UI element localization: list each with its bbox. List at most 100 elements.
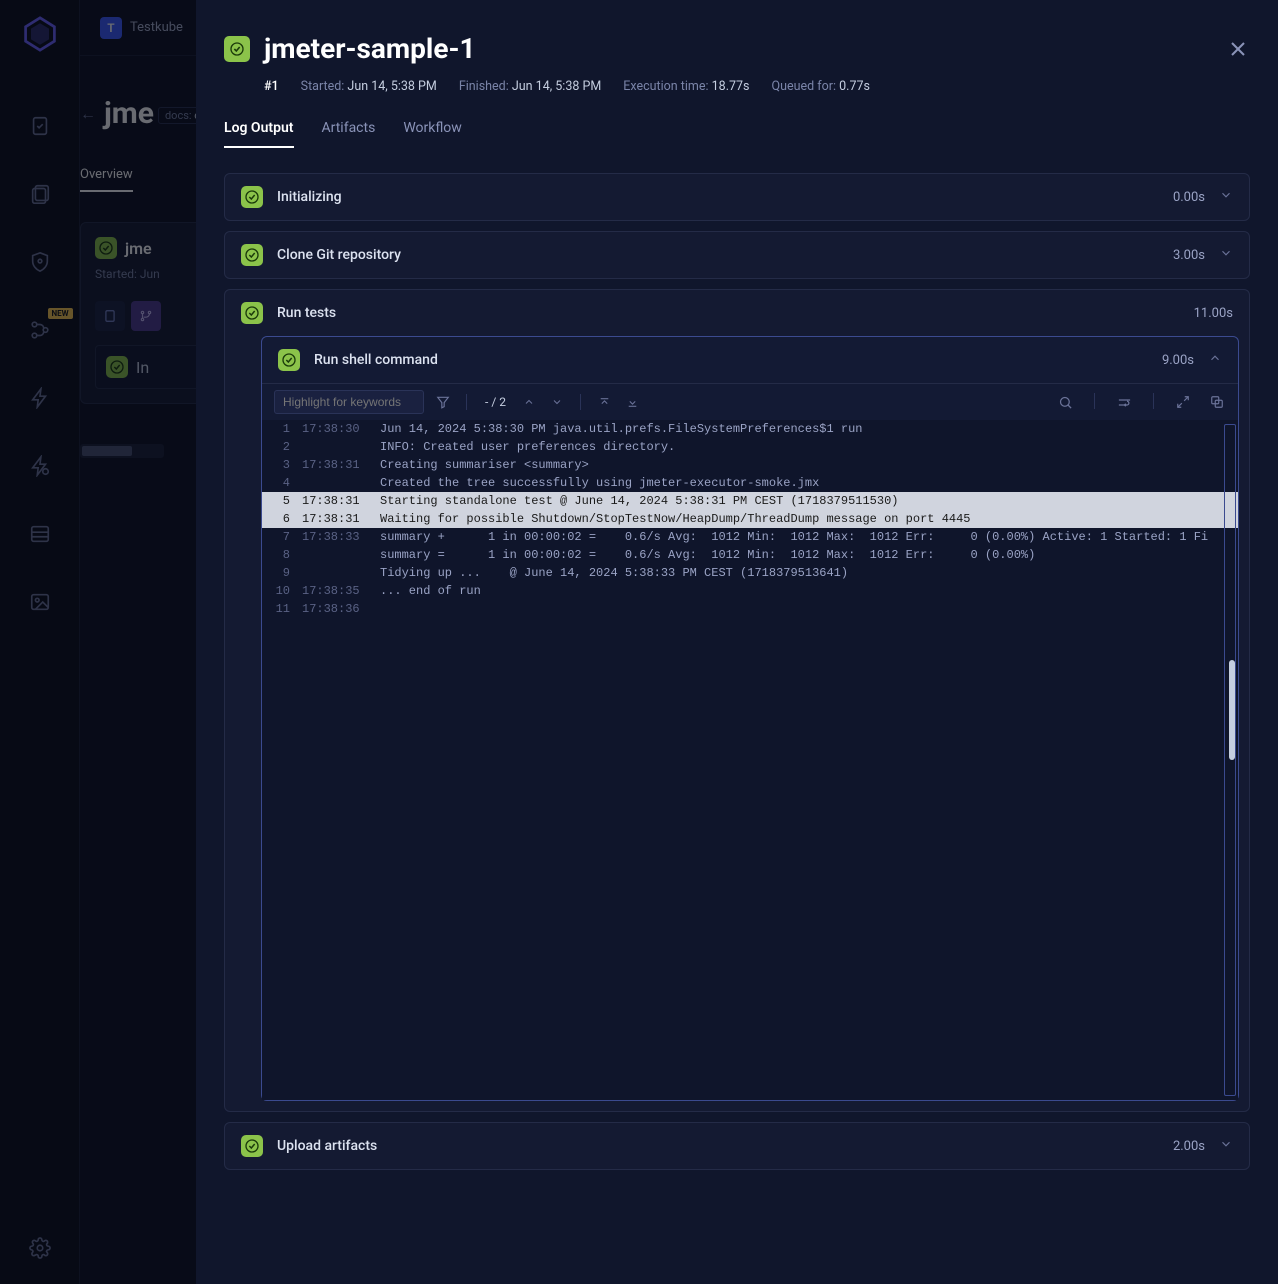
expand-icon[interactable] xyxy=(1174,393,1192,411)
line-timestamp xyxy=(302,474,380,492)
step-head[interactable]: Initializing 0.00s xyxy=(225,174,1249,220)
line-message: Created the tree successfully using jmet… xyxy=(380,474,1238,492)
scroll-bottom-icon[interactable] xyxy=(623,393,641,411)
meta-queued: Queued for: 0.77s xyxy=(772,79,870,94)
modal-header: jmeter-sample-1 xyxy=(224,32,1250,65)
step-time: 0.00s xyxy=(1173,190,1205,205)
scroll-top-icon[interactable] xyxy=(595,393,613,411)
step-head[interactable]: Run tests 11.00s xyxy=(225,290,1249,336)
step-title: Initializing xyxy=(277,189,342,205)
log-line[interactable]: 4 Created the tree successfully using jme… xyxy=(262,474,1238,492)
step-title: Run shell command xyxy=(314,352,438,368)
line-timestamp xyxy=(302,438,380,456)
status-success-icon xyxy=(278,349,300,371)
meta-row: #1 Started: Jun 14, 5:38 PM Finished: Ju… xyxy=(264,79,1250,94)
chevron-down-icon xyxy=(1219,1137,1233,1155)
line-message: INFO: Created user preferences directory… xyxy=(380,438,1238,456)
line-message: summary = 1 in 00:00:02 = 0.6/s Avg: 101… xyxy=(380,546,1238,564)
log-line[interactable]: 2 INFO: Created user preferences director… xyxy=(262,438,1238,456)
meta-finished: Finished: Jun 14, 5:38 PM xyxy=(459,79,601,94)
copy-icon[interactable] xyxy=(1208,393,1226,411)
scrollbar-thumb[interactable] xyxy=(1229,660,1235,760)
meta-started: Started: Jun 14, 5:38 PM xyxy=(301,79,437,94)
line-message xyxy=(380,600,1238,618)
filter-icon[interactable] xyxy=(434,393,452,411)
step-title: Run tests xyxy=(277,305,336,321)
log-area[interactable]: 117:38:30Jun 14, 2024 5:38:30 PM java.ut… xyxy=(262,420,1238,1100)
tab-artifacts[interactable]: Artifacts xyxy=(322,120,376,148)
line-number: 6 xyxy=(262,510,302,528)
divider xyxy=(1153,393,1154,409)
line-timestamp xyxy=(302,546,380,564)
chevron-up-icon xyxy=(1208,351,1222,369)
step-run-tests: Run tests 11.00s Run shell command 9.00s xyxy=(224,289,1250,1112)
modal-title: jmeter-sample-1 xyxy=(264,32,476,65)
step-head[interactable]: Upload artifacts 2.00s xyxy=(225,1123,1249,1169)
step-initializing: Initializing 0.00s xyxy=(224,173,1250,221)
step-time: 9.00s xyxy=(1162,353,1194,368)
step-time: 3.00s xyxy=(1173,248,1205,263)
step-head[interactable]: Clone Git repository 3.00s xyxy=(225,232,1249,278)
step-time: 2.00s xyxy=(1173,1139,1205,1154)
status-success-icon xyxy=(241,244,263,266)
log-line[interactable]: 8 summary = 1 in 00:00:02 = 0.6/s Avg: 10… xyxy=(262,546,1238,564)
chevron-down-icon xyxy=(1219,188,1233,206)
log-line[interactable]: 717:38:33summary + 1 in 00:00:02 = 0.6/s… xyxy=(262,528,1238,546)
line-timestamp xyxy=(302,564,380,582)
line-number: 9 xyxy=(262,564,302,582)
run-number: #1 xyxy=(264,79,279,94)
line-number: 11 xyxy=(262,600,302,618)
line-number: 4 xyxy=(262,474,302,492)
wrap-icon[interactable] xyxy=(1115,393,1133,411)
line-timestamp: 17:38:31 xyxy=(302,510,380,528)
log-line[interactable]: 317:38:31Creating summariser <summary> xyxy=(262,456,1238,474)
prev-match-icon[interactable] xyxy=(520,393,538,411)
log-line[interactable]: 9 Tidying up ... @ June 14, 2024 5:38:33 … xyxy=(262,564,1238,582)
line-message: Waiting for possible Shutdown/StopTestNo… xyxy=(380,510,1238,528)
execution-modal: jmeter-sample-1 #1 Started: Jun 14, 5:38… xyxy=(196,0,1278,1284)
line-message: Tidying up ... @ June 14, 2024 5:38:33 P… xyxy=(380,564,1238,582)
divider xyxy=(466,394,467,410)
line-timestamp: 17:38:33 xyxy=(302,528,380,546)
status-success-icon xyxy=(241,1135,263,1157)
step-title: Clone Git repository xyxy=(277,247,401,263)
line-message: summary + 1 in 00:00:02 = 0.6/s Avg: 101… xyxy=(380,528,1238,546)
log-toolbar: - / 2 xyxy=(262,383,1238,420)
status-success-icon xyxy=(241,186,263,208)
match-counter: - / 2 xyxy=(481,395,510,409)
log-line[interactable]: 117:38:30Jun 14, 2024 5:38:30 PM java.ut… xyxy=(262,420,1238,438)
log-line[interactable]: 617:38:31Waiting for possible Shutdown/S… xyxy=(262,510,1238,528)
scrollbar-track[interactable] xyxy=(1224,424,1236,1096)
line-number: 2 xyxy=(262,438,302,456)
status-success-icon xyxy=(241,302,263,324)
line-number: 8 xyxy=(262,546,302,564)
step-head[interactable]: Run shell command 9.00s xyxy=(262,337,1238,383)
highlight-input[interactable] xyxy=(274,390,424,414)
search-icon[interactable] xyxy=(1056,393,1074,411)
line-number: 7 xyxy=(262,528,302,546)
line-message: ... end of run xyxy=(380,582,1238,600)
log-line[interactable]: 517:38:31Starting standalone test @ June… xyxy=(262,492,1238,510)
line-message: Creating summariser <summary> xyxy=(380,456,1238,474)
tab-workflow[interactable]: Workflow xyxy=(403,120,462,148)
line-timestamp: 17:38:36 xyxy=(302,600,380,618)
step-upload: Upload artifacts 2.00s xyxy=(224,1122,1250,1170)
log-line[interactable]: 1017:38:35... end of run xyxy=(262,582,1238,600)
line-timestamp: 17:38:30 xyxy=(302,420,380,438)
line-message: Starting standalone test @ June 14, 2024… xyxy=(380,492,1238,510)
step-clone: Clone Git repository 3.00s xyxy=(224,231,1250,279)
line-timestamp: 17:38:31 xyxy=(302,456,380,474)
line-timestamp: 17:38:31 xyxy=(302,492,380,510)
meta-exec: Execution time: 18.77s xyxy=(623,79,749,94)
step-time: 11.00s xyxy=(1194,306,1233,321)
divider xyxy=(1094,393,1095,409)
status-success-icon xyxy=(224,36,250,62)
step-run-shell: Run shell command 9.00s - / 2 xyxy=(261,336,1239,1101)
line-number: 3 xyxy=(262,456,302,474)
tab-log-output[interactable]: Log Output xyxy=(224,120,294,148)
log-line[interactable]: 1117:38:36 xyxy=(262,600,1238,618)
line-number: 10 xyxy=(262,582,302,600)
close-button[interactable] xyxy=(1226,37,1250,61)
modal-tabs: Log Output Artifacts Workflow xyxy=(224,120,1250,149)
next-match-icon[interactable] xyxy=(548,393,566,411)
